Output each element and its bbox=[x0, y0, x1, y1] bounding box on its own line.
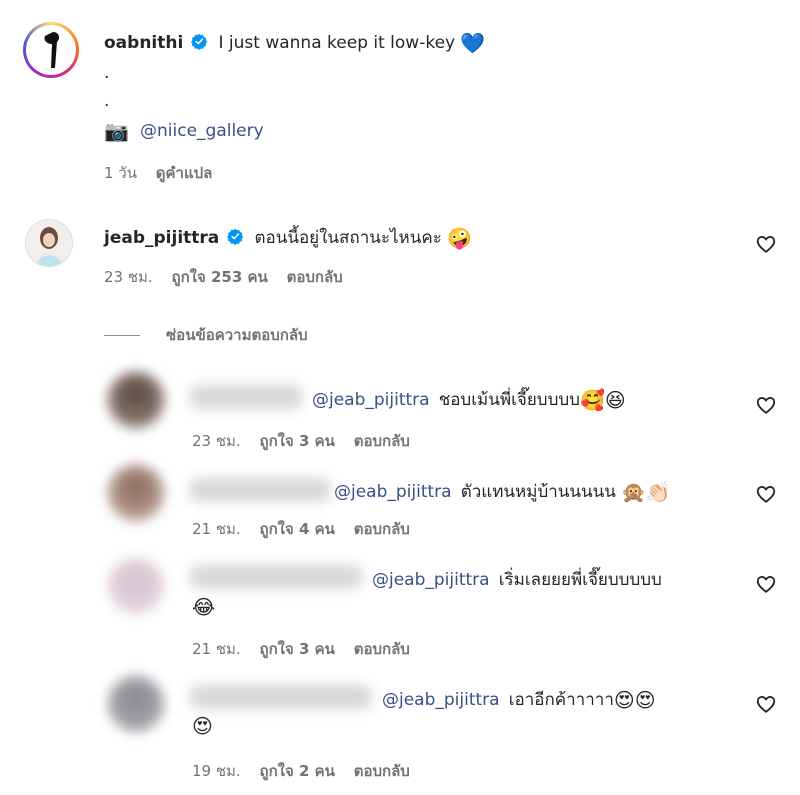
comment-line: jeab_pijittra ตอนนี้อยู่ในสถานะไหนคะ 🤪 bbox=[104, 224, 472, 251]
reply-emoji: 😂 bbox=[192, 595, 216, 619]
reply-time[interactable]: 21 ชม. bbox=[192, 520, 241, 538]
camera-icon: 📷 bbox=[104, 119, 129, 143]
comment-likes[interactable]: ถูกใจ 253 คน bbox=[171, 268, 267, 286]
hide-replies-label: ซ่อนข้อความตอบกลับ bbox=[166, 326, 308, 344]
reply-username-blurred[interactable] bbox=[190, 478, 330, 502]
hide-replies-toggle[interactable]: ซ่อนข้อความตอบกลับ bbox=[104, 323, 308, 347]
reply-like-heart-icon[interactable] bbox=[755, 483, 777, 505]
reply-like-heart-icon[interactable] bbox=[755, 394, 777, 416]
reply-mention-link[interactable]: @jeab_pijittra bbox=[312, 390, 430, 410]
reply-mention-link[interactable]: @jeab_pijittra bbox=[372, 570, 490, 590]
reply-meta: 21 ชม. ถูกใจ 4 คน ตอบกลับ bbox=[192, 517, 410, 541]
reply-emoji: 🙊👏🏻 bbox=[621, 480, 671, 504]
reply-line: @jeab_pijittra เริ่มเลยยยพี่เจี๊ยบบบบบ bbox=[372, 566, 662, 593]
verified-badge-icon bbox=[227, 228, 244, 245]
reply-emoji-wrap: 😍 bbox=[192, 714, 213, 738]
post-meta: 1 วัน ดูคำแปล bbox=[104, 161, 212, 185]
comment-reply-button[interactable]: ตอบกลับ bbox=[287, 268, 343, 286]
reply-likes[interactable]: ถูกใจ 3 คน bbox=[259, 640, 334, 658]
person-photo-icon bbox=[36, 227, 62, 266]
reply-wrap-line: 😍 bbox=[192, 714, 213, 738]
reply-like-heart-icon[interactable] bbox=[755, 693, 777, 715]
commenter-avatar[interactable] bbox=[25, 219, 73, 267]
post-time[interactable]: 1 วัน bbox=[104, 164, 137, 182]
reply-time[interactable]: 23 ชม. bbox=[192, 432, 241, 450]
reply-likes[interactable]: ถูกใจ 2 คน bbox=[259, 762, 334, 780]
reply-text: เอาอีกค้าาาาา bbox=[508, 690, 614, 710]
caption-dot-1: . bbox=[104, 63, 110, 83]
reply-like-heart-icon[interactable] bbox=[755, 573, 777, 595]
reply-username-blurred[interactable] bbox=[190, 385, 302, 409]
reply-avatar[interactable] bbox=[108, 372, 164, 428]
reply-likes[interactable]: ถูกใจ 3 คน bbox=[259, 432, 334, 450]
comment-text: ตอนนี้อยู่ในสถานะไหนคะ bbox=[254, 228, 442, 248]
commenter-username[interactable]: jeab_pijittra bbox=[104, 228, 219, 248]
reply-likes[interactable]: ถูกใจ 4 คน bbox=[259, 520, 334, 538]
reply-line: @jeab_pijittra ชอบเม้นพี่เจี๊ยบบบบ🥰😆 bbox=[312, 386, 626, 413]
reply-emoji: 😍😍 bbox=[613, 688, 656, 712]
reply-avatar[interactable] bbox=[108, 465, 164, 521]
silhouette-icon bbox=[44, 32, 60, 68]
reply-reply-button[interactable]: ตอบกลับ bbox=[354, 432, 410, 450]
post-caption-text: I just wanna keep it low-key bbox=[218, 33, 456, 53]
reply-time[interactable]: 21 ชม. bbox=[192, 640, 241, 658]
reply-wrap-line: 😂 bbox=[192, 595, 215, 619]
reply-avatar[interactable] bbox=[108, 558, 164, 614]
reply-meta: 19 ชม. ถูกใจ 2 คน ตอบกลับ bbox=[192, 759, 410, 783]
reply-emoji: 🥰😆 bbox=[579, 388, 626, 412]
caption-credit-line: 📷 @niice_gallery bbox=[104, 119, 264, 143]
divider-line bbox=[104, 335, 140, 336]
post-author-username[interactable]: oabnithi bbox=[104, 33, 183, 53]
comment-meta: 23 ชม. ถูกใจ 253 คน ตอบกลับ bbox=[104, 265, 343, 289]
reply-text: ชอบเม้นพี่เจี๊ยบบบบ bbox=[438, 390, 580, 410]
reply-mention-link[interactable]: @jeab_pijittra bbox=[382, 690, 500, 710]
caption-dot-2: . bbox=[104, 91, 110, 111]
reply-text: เริ่มเลยยยพี่เจี๊ยบบบบบ bbox=[498, 570, 662, 590]
see-translation-button[interactable]: ดูคำแปล bbox=[156, 164, 213, 182]
reply-meta: 23 ชม. ถูกใจ 3 คน ตอบกลับ bbox=[192, 429, 410, 453]
post-author-avatar-ring[interactable] bbox=[23, 22, 79, 78]
reply-time[interactable]: 19 ชม. bbox=[192, 762, 241, 780]
reply-text: ตัวแทนหมู่บ้านนนนน bbox=[460, 482, 616, 502]
reply-avatar[interactable] bbox=[108, 676, 164, 732]
comment-like-heart-icon[interactable] bbox=[755, 233, 777, 255]
reply-username-blurred[interactable] bbox=[190, 565, 362, 589]
credit-mention-link[interactable]: @niice_gallery bbox=[140, 121, 264, 141]
reply-reply-button[interactable]: ตอบกลับ bbox=[354, 762, 410, 780]
comment-time[interactable]: 23 ชม. bbox=[104, 268, 153, 286]
reply-line: @jeab_pijittra ตัวแทนหมู่บ้านนนนน 🙊👏🏻 bbox=[334, 478, 671, 505]
post-caption-line: oabnithi I just wanna keep it low-key 💙 bbox=[104, 31, 485, 55]
reply-reply-button[interactable]: ตอบกลับ bbox=[354, 520, 410, 538]
reply-reply-button[interactable]: ตอบกลับ bbox=[354, 640, 410, 658]
reply-line: @jeab_pijittra เอาอีกค้าาาาา😍😍 bbox=[382, 686, 656, 713]
verified-badge-icon bbox=[191, 33, 208, 50]
zany-face-emoji: 🤪 bbox=[446, 226, 472, 250]
reply-username-blurred[interactable] bbox=[190, 685, 372, 709]
post-author-avatar bbox=[26, 25, 76, 75]
reply-meta: 21 ชม. ถูกใจ 3 คน ตอบกลับ bbox=[192, 637, 410, 661]
reply-mention-link[interactable]: @jeab_pijittra bbox=[334, 482, 452, 502]
blue-heart-emoji: 💙 bbox=[460, 31, 486, 55]
